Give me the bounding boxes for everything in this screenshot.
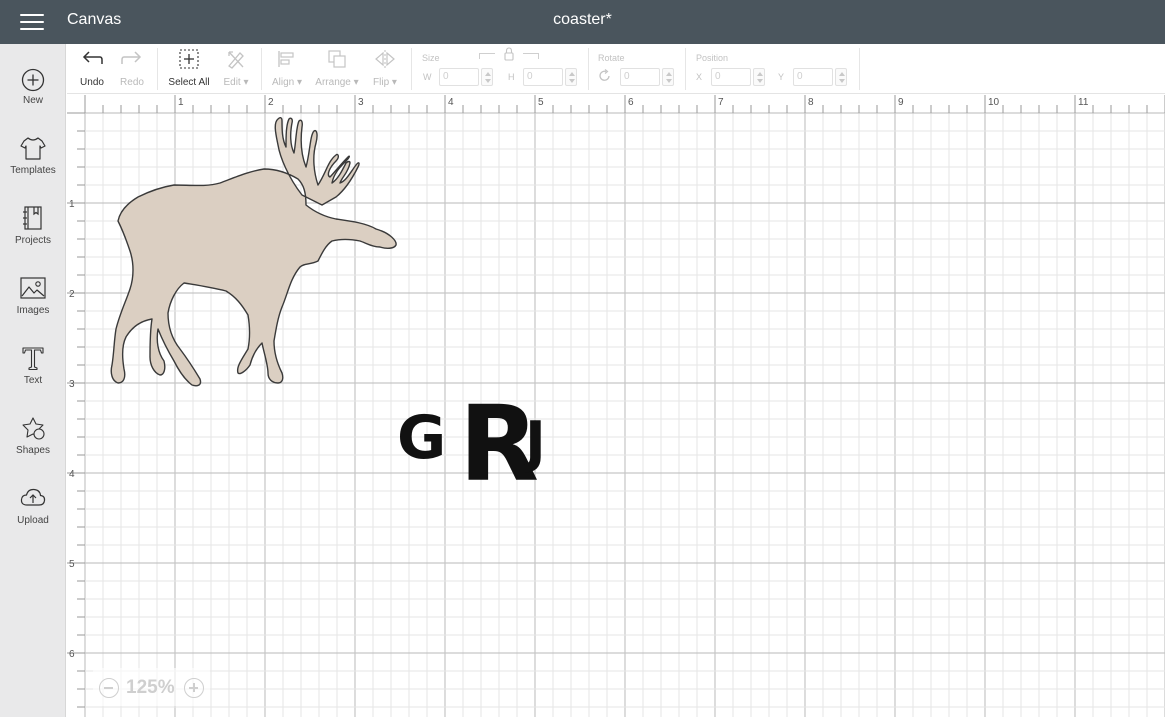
ruler-left-number: 4 bbox=[69, 469, 75, 480]
ruler-left-number: 5 bbox=[69, 559, 75, 570]
redo-label: Redo bbox=[120, 77, 144, 88]
sidebar-item-label: Projects bbox=[14, 235, 52, 246]
ruler-top-number: 4 bbox=[448, 97, 454, 108]
document-title[interactable]: coaster* bbox=[0, 11, 1165, 29]
sidebar-item-upload[interactable]: Upload bbox=[0, 480, 66, 542]
design-canvas[interactable]: 1 2 3 4 5 6 7 8 9 10 11 123456 G R J bbox=[67, 95, 1165, 717]
select-all-label: Select All bbox=[168, 77, 210, 88]
toolbar-divider bbox=[859, 48, 860, 90]
height-label: H bbox=[508, 72, 515, 82]
ruler-top-number: 7 bbox=[718, 97, 724, 108]
redo-icon bbox=[121, 51, 142, 64]
ruler-top-number: 9 bbox=[898, 97, 904, 108]
plus-circle-icon bbox=[21, 68, 45, 92]
align-label: Align ▾ bbox=[271, 77, 303, 88]
undo-label: Undo bbox=[80, 77, 104, 88]
height-stepper[interactable] bbox=[565, 68, 577, 86]
select-all-button[interactable]: Select All bbox=[165, 44, 213, 94]
notebook-icon bbox=[23, 206, 42, 230]
left-sidebar: New Templates Projects Images Text Shape… bbox=[0, 44, 66, 717]
monogram-letter-left[interactable]: G bbox=[397, 408, 446, 468]
tshirt-icon bbox=[20, 137, 46, 160]
undo-button[interactable]: Undo bbox=[73, 44, 111, 94]
arrange-label: Arrange ▾ bbox=[315, 77, 359, 88]
sidebar-item-label: Images bbox=[16, 305, 50, 316]
moose-image[interactable] bbox=[110, 117, 402, 402]
x-stepper[interactable] bbox=[753, 68, 765, 86]
sidebar-item-images[interactable]: Images bbox=[0, 270, 66, 332]
rotate-stepper[interactable] bbox=[662, 68, 674, 86]
size-lock-bracket bbox=[479, 53, 495, 59]
flip-icon bbox=[375, 50, 395, 68]
size-lock-bracket bbox=[523, 53, 539, 59]
ruler-top-number: 11 bbox=[1078, 97, 1089, 108]
ruler-top-number: 5 bbox=[538, 97, 544, 108]
align-menu[interactable]: Align ▾ bbox=[267, 44, 307, 94]
ruler-top-number: 10 bbox=[988, 97, 1000, 108]
ruler-left-number: 2 bbox=[69, 289, 75, 300]
y-input[interactable]: 0 bbox=[793, 68, 833, 86]
arrange-menu[interactable]: Arrange ▾ bbox=[312, 44, 362, 94]
monogram-letter-right[interactable]: J bbox=[525, 415, 546, 471]
image-icon bbox=[20, 277, 46, 299]
edit-label: Edit ▾ bbox=[223, 77, 249, 88]
x-label: X bbox=[696, 72, 703, 82]
zoom-level: 125% bbox=[126, 677, 175, 698]
toolbar: Undo Redo Select All Edit ▾ Align ▾ Arra… bbox=[67, 44, 1165, 94]
toolbar-divider bbox=[685, 48, 686, 90]
select-all-icon bbox=[179, 49, 199, 69]
redo-button[interactable]: Redo bbox=[113, 44, 151, 94]
sidebar-item-templates[interactable]: Templates bbox=[0, 130, 66, 192]
zoom-out-button[interactable] bbox=[99, 678, 119, 698]
rotate-input[interactable]: 0 bbox=[620, 68, 660, 86]
toolbar-divider bbox=[411, 48, 412, 90]
shapes-icon bbox=[22, 417, 45, 440]
toolbar-divider bbox=[588, 48, 589, 90]
flip-label: Flip ▾ bbox=[373, 77, 397, 88]
arrange-icon bbox=[328, 50, 346, 68]
width-label: W bbox=[423, 72, 432, 82]
position-label: Position bbox=[696, 53, 729, 63]
sidebar-item-new[interactable]: New bbox=[0, 62, 66, 124]
ruler-left-number: 6 bbox=[69, 649, 75, 660]
width-input[interactable]: 0 bbox=[439, 68, 479, 86]
x-input[interactable]: 0 bbox=[711, 68, 751, 86]
edit-icon bbox=[228, 51, 244, 69]
zoom-in-button[interactable] bbox=[184, 678, 204, 698]
ruler-top-number: 3 bbox=[358, 97, 364, 108]
ruler-top-number: 6 bbox=[628, 97, 634, 108]
sidebar-item-label: Shapes bbox=[16, 445, 50, 456]
width-stepper[interactable] bbox=[481, 68, 493, 86]
ruler-top-number: 8 bbox=[808, 97, 814, 108]
sidebar-item-projects[interactable]: Projects bbox=[0, 200, 66, 262]
edit-menu[interactable]: Edit ▾ bbox=[219, 44, 253, 94]
lock-icon[interactable] bbox=[503, 47, 515, 61]
ruler-left-number: 1 bbox=[69, 199, 75, 210]
y-label: Y bbox=[778, 72, 785, 82]
sidebar-item-label: New bbox=[22, 95, 43, 106]
rotate-label: Rotate bbox=[598, 53, 625, 63]
sidebar-item-shapes[interactable]: Shapes bbox=[0, 410, 66, 472]
undo-icon bbox=[82, 51, 103, 64]
rotate-icon bbox=[599, 69, 610, 81]
flip-menu[interactable]: Flip ▾ bbox=[367, 44, 403, 94]
sidebar-item-text[interactable]: Text bbox=[0, 340, 66, 402]
align-icon bbox=[278, 51, 294, 67]
cloud-upload-icon bbox=[20, 488, 46, 506]
size-label: Size bbox=[422, 53, 440, 63]
toolbar-divider bbox=[261, 48, 262, 90]
sidebar-item-label: Templates bbox=[10, 165, 56, 176]
zoom-control: 125% bbox=[93, 668, 210, 706]
ruler-top-number: 2 bbox=[268, 97, 274, 108]
height-input[interactable]: 0 bbox=[523, 68, 563, 86]
sidebar-item-label: Text bbox=[23, 375, 43, 386]
top-bar: Canvas coaster* bbox=[0, 0, 1165, 44]
toolbar-divider bbox=[157, 48, 158, 90]
ruler-top-number: 1 bbox=[178, 97, 184, 108]
text-icon bbox=[22, 347, 44, 371]
ruler-left-number: 3 bbox=[69, 379, 75, 390]
sidebar-item-label: Upload bbox=[17, 515, 49, 526]
y-stepper[interactable] bbox=[835, 68, 847, 86]
